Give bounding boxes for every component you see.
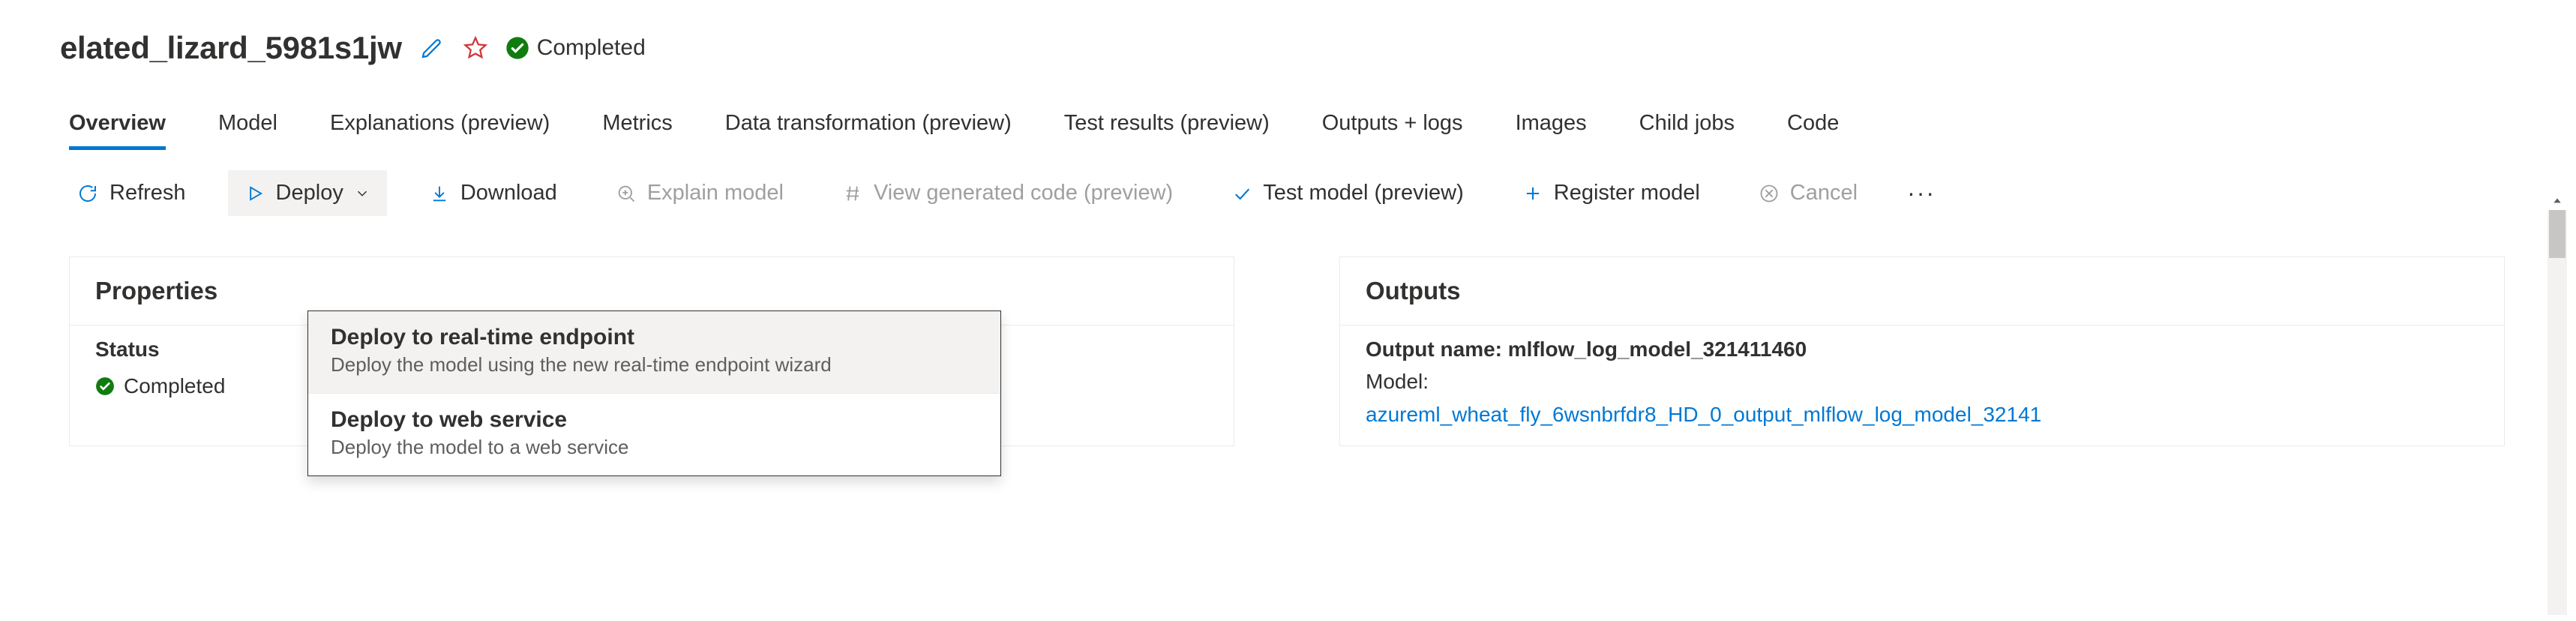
- register-model-button[interactable]: Register model: [1506, 170, 1717, 216]
- view-code-button: View generated code (preview): [826, 170, 1189, 216]
- test-model-label: Test model (preview): [1263, 181, 1464, 206]
- overflow-menu-icon[interactable]: ···: [1900, 179, 1943, 207]
- command-bar: Refresh Deploy Download: [60, 170, 2576, 216]
- deploy-label: Deploy: [276, 181, 343, 206]
- outputs-heading: Outputs: [1340, 257, 2504, 325]
- tab-code[interactable]: Code: [1787, 111, 1839, 150]
- refresh-label: Refresh: [109, 181, 186, 206]
- deploy-web-sub: Deploy the model to a web service: [331, 436, 978, 459]
- deploy-web-title: Deploy to web service: [331, 407, 978, 433]
- tab-child-jobs[interactable]: Child jobs: [1639, 111, 1735, 150]
- explain-label: Explain model: [647, 181, 784, 206]
- check-icon: [1231, 183, 1252, 204]
- output-name-label: Output name:: [1366, 338, 1508, 361]
- scrollbar-track[interactable]: [2548, 210, 2567, 615]
- deploy-realtime-sub: Deploy the model using the new real-time…: [331, 353, 978, 376]
- tab-outputs-logs[interactable]: Outputs + logs: [1322, 111, 1463, 150]
- scrollbar-up-icon[interactable]: [2548, 192, 2567, 210]
- tab-overview[interactable]: Overview: [69, 111, 166, 150]
- explain-model-button: Explain model: [599, 170, 800, 216]
- deploy-dropdown: Deploy to real-time endpoint Deploy the …: [307, 310, 1001, 476]
- hash-icon: [842, 183, 863, 204]
- model-link[interactable]: azureml_wheat_fly_6wsnbrfdr8_HD_0_output…: [1366, 398, 2479, 430]
- download-label: Download: [460, 181, 557, 206]
- favorite-star-icon[interactable]: [462, 34, 489, 62]
- download-button[interactable]: Download: [412, 170, 574, 216]
- download-icon: [429, 183, 450, 204]
- deploy-web-service[interactable]: Deploy to web service Deploy the model t…: [308, 394, 1000, 476]
- success-icon: [95, 376, 115, 396]
- deploy-button[interactable]: Deploy: [228, 170, 387, 216]
- test-model-button[interactable]: Test model (preview): [1215, 170, 1480, 216]
- scrollbar-thumb[interactable]: [2549, 210, 2566, 258]
- tab-model[interactable]: Model: [218, 111, 277, 150]
- status-value: Completed: [124, 370, 225, 402]
- deploy-realtime-endpoint[interactable]: Deploy to real-time endpoint Deploy the …: [308, 311, 1000, 393]
- magnify-plus-icon: [616, 183, 637, 204]
- tab-data-transformation[interactable]: Data transformation (preview): [725, 111, 1012, 150]
- cancel-icon: [1759, 183, 1780, 204]
- chevron-down-icon: [354, 185, 370, 202]
- page-title: elated_lizard_5981s1jw: [60, 30, 402, 66]
- outputs-panel: Outputs Output name: mlflow_log_model_32…: [1339, 256, 2505, 446]
- status-badge: Completed: [505, 35, 646, 61]
- tab-explanations[interactable]: Explanations (preview): [330, 111, 550, 150]
- refresh-button[interactable]: Refresh: [60, 170, 202, 216]
- tab-bar: Overview Model Explanations (preview) Me…: [60, 111, 2576, 150]
- tab-test-results[interactable]: Test results (preview): [1064, 111, 1270, 150]
- tab-images[interactable]: Images: [1516, 111, 1587, 150]
- cancel-button: Cancel: [1742, 170, 1874, 216]
- output-name-value: mlflow_log_model_321411460: [1508, 338, 1807, 361]
- edit-icon[interactable]: [418, 34, 445, 62]
- cancel-label: Cancel: [1790, 181, 1858, 206]
- refresh-icon: [76, 182, 99, 205]
- view-code-label: View generated code (preview): [874, 181, 1173, 206]
- status-badge-label: Completed: [537, 35, 646, 61]
- deploy-realtime-title: Deploy to real-time endpoint: [331, 325, 978, 350]
- plus-icon: [1522, 183, 1543, 204]
- model-label: Model:: [1366, 365, 2479, 398]
- play-icon: [244, 183, 265, 204]
- register-label: Register model: [1554, 181, 1700, 206]
- tab-metrics[interactable]: Metrics: [602, 111, 672, 150]
